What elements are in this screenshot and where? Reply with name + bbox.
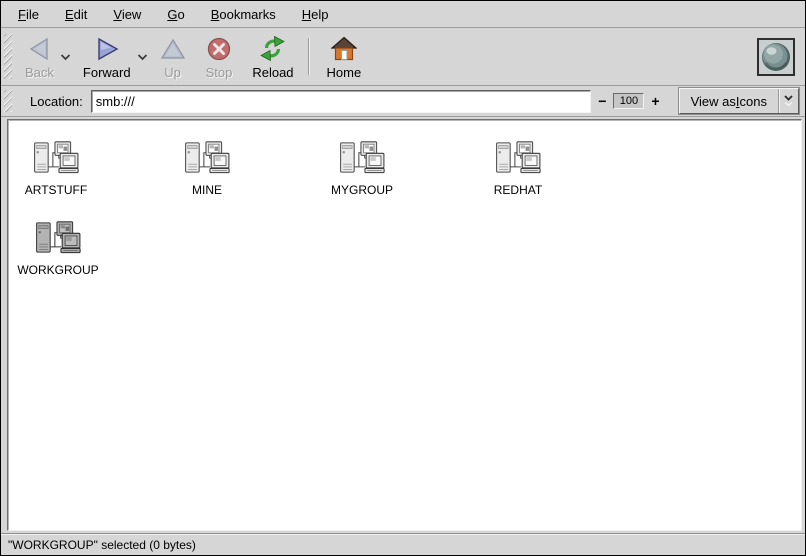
icon-label: WORKGROUP (17, 263, 98, 277)
menu-bookmarks[interactable]: Bookmarks (198, 4, 289, 25)
network-workgroup-icon (34, 220, 82, 256)
menu-file[interactable]: File (5, 4, 52, 25)
back-label: Back (25, 65, 54, 80)
network-workgroup-icon (338, 140, 386, 176)
toolbar: Back Forward Up (1, 28, 805, 86)
location-label: Location: (30, 94, 83, 109)
location-input[interactable] (91, 90, 591, 113)
forward-icon (94, 35, 120, 62)
status-text: "WORKGROUP" selected (0 bytes) (8, 538, 196, 552)
view-mode-label: View as Icons (680, 89, 778, 113)
combo-arrow-icon[interactable] (779, 89, 798, 113)
icon-label: ARTSTUFF (25, 183, 87, 197)
home-button[interactable]: Home (317, 30, 372, 83)
stop-label: Stop (206, 65, 233, 80)
back-dropdown-chevron-icon[interactable] (60, 48, 71, 66)
up-button: Up (150, 30, 196, 83)
back-button: Back (15, 30, 64, 83)
network-item-workgroup[interactable]: WORKGROUP (10, 220, 106, 277)
network-item-artstuff[interactable]: ARTSTUFF (8, 140, 104, 197)
menu-edit[interactable]: Edit (52, 4, 100, 25)
view-mode-combo[interactable]: View as Icons (679, 88, 799, 114)
forward-label: Forward (83, 65, 131, 80)
up-icon (160, 35, 186, 62)
forward-dropdown-chevron-icon[interactable] (137, 48, 148, 66)
stop-button: Stop (196, 30, 243, 83)
menu-help[interactable]: Help (289, 4, 342, 25)
toolbar-spacer (371, 30, 757, 83)
menu-view[interactable]: View (100, 4, 154, 25)
reload-icon (259, 35, 286, 62)
home-icon (331, 35, 357, 62)
forward-button[interactable]: Forward (73, 30, 141, 83)
icon-view[interactable]: ARTSTUFF MINE MYGROUP REDHAT WORKGROUP (7, 119, 802, 531)
network-item-redhat[interactable]: REDHAT (470, 140, 566, 197)
menubar: File Edit View Go Bookmarks Help (1, 1, 805, 28)
network-item-mine[interactable]: MINE (159, 140, 255, 197)
file-manager-window: File Edit View Go Bookmarks Help Back (0, 0, 806, 556)
icon-label: MYGROUP (331, 183, 393, 197)
location-bar-drag-handle[interactable] (4, 90, 12, 112)
icon-label: REDHAT (494, 183, 542, 197)
home-label: Home (327, 65, 362, 80)
network-item-mygroup[interactable]: MYGROUP (314, 140, 410, 197)
up-label: Up (164, 65, 181, 80)
toolbar-separator (308, 38, 309, 75)
statusbar: "WORKGROUP" selected (0 bytes) (1, 533, 805, 555)
network-workgroup-icon (32, 140, 80, 176)
icon-label: MINE (192, 183, 222, 197)
toolbar-drag-handle[interactable] (4, 34, 12, 79)
back-icon (26, 35, 52, 62)
reload-button[interactable]: Reload (242, 30, 303, 83)
reload-label: Reload (252, 65, 293, 80)
throbber-icon (757, 38, 795, 76)
network-workgroup-icon (183, 140, 231, 176)
zoom-level-indicator: 100 (613, 93, 644, 109)
content-frame: ARTSTUFF MINE MYGROUP REDHAT WORKGROUP (1, 117, 805, 533)
location-bar: Location: − 100 + View as Icons (1, 86, 805, 117)
stop-icon (206, 35, 232, 62)
network-workgroup-icon (494, 140, 542, 176)
zoom-in-button[interactable]: + (646, 90, 664, 113)
zoom-out-button[interactable]: − (593, 90, 611, 113)
menu-go[interactable]: Go (154, 4, 197, 25)
